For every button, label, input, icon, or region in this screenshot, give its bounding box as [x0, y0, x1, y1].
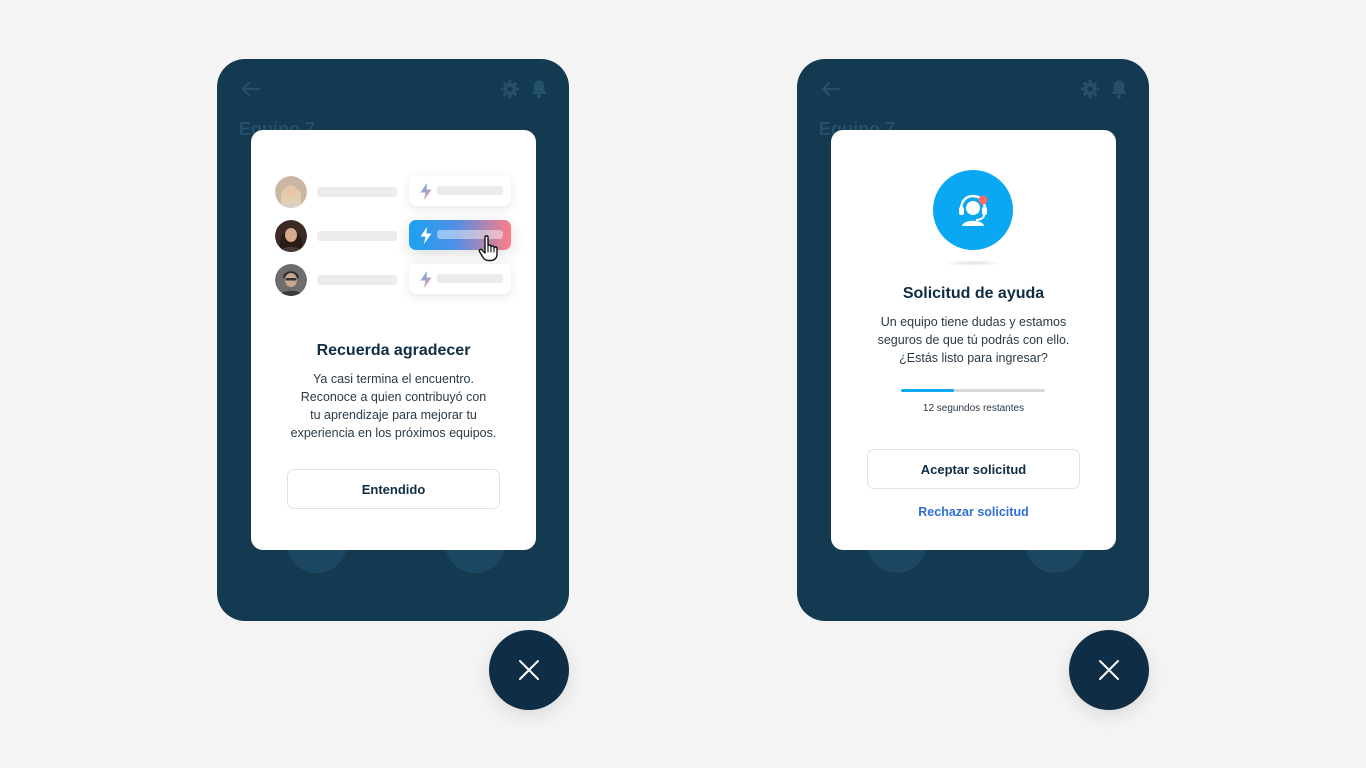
- countdown-progress-fill: [901, 389, 955, 392]
- recognition-card: [409, 176, 511, 206]
- modal-body-text: Un equipo tiene dudas y estamos seguros …: [877, 315, 1070, 365]
- illustration-row: [275, 176, 515, 208]
- bell-icon[interactable]: [1110, 79, 1128, 99]
- gear-icon[interactable]: [500, 79, 520, 99]
- understood-button[interactable]: Entendido: [287, 469, 500, 509]
- countdown-progress-bar: [901, 389, 1045, 392]
- recognition-reminder-modal: Recuerda agradecer Ya casi termina el en…: [251, 130, 536, 550]
- modal-body-text: Ya casi termina el encuentro. Reconoce a…: [290, 372, 497, 440]
- badge-shadow: [943, 260, 1003, 266]
- placeholder-text-line: [317, 187, 397, 197]
- phone-screen-left: Equipo 7 Recuerda agradecer Ya casi term…: [217, 59, 569, 621]
- close-icon: [1099, 660, 1119, 680]
- bolt-icon: [420, 271, 432, 288]
- notification-dot: [978, 195, 988, 205]
- close-button[interactable]: [1069, 630, 1149, 710]
- placeholder-text-line: [437, 186, 503, 195]
- close-icon: [519, 660, 539, 680]
- help-request-badge: [933, 170, 1013, 250]
- reject-request-link[interactable]: Rechazar solicitud: [831, 505, 1116, 519]
- countdown-label: 12 segundos restantes: [922, 403, 1025, 414]
- bolt-icon: [420, 183, 432, 200]
- gear-icon[interactable]: [1080, 79, 1100, 99]
- headset-support-icon: [959, 194, 988, 226]
- arrow-left-icon[interactable]: [819, 79, 841, 99]
- modal-title: Recuerda agradecer: [316, 342, 471, 359]
- phone-screen-right: Equipo 7 Solicitud de ayuda Un equipo ti…: [797, 59, 1149, 621]
- bolt-icon: [420, 227, 432, 244]
- illustration-row: [275, 264, 515, 296]
- placeholder-text-line: [317, 275, 397, 285]
- placeholder-text-line: [437, 274, 503, 283]
- avatar: [275, 176, 307, 208]
- hand-pointer-icon: [478, 235, 498, 262]
- bell-icon[interactable]: [530, 79, 548, 99]
- accept-request-button[interactable]: Aceptar solicitud: [867, 449, 1080, 489]
- close-button[interactable]: [489, 630, 569, 710]
- arrow-left-icon[interactable]: [239, 79, 261, 99]
- placeholder-text-line: [317, 231, 397, 241]
- help-request-modal: Solicitud de ayuda Un equipo tiene dudas…: [831, 130, 1116, 550]
- avatar: [275, 264, 307, 296]
- recognition-card: [409, 264, 511, 294]
- avatar: [275, 220, 307, 252]
- modal-title: Solicitud de ayuda: [902, 285, 1045, 302]
